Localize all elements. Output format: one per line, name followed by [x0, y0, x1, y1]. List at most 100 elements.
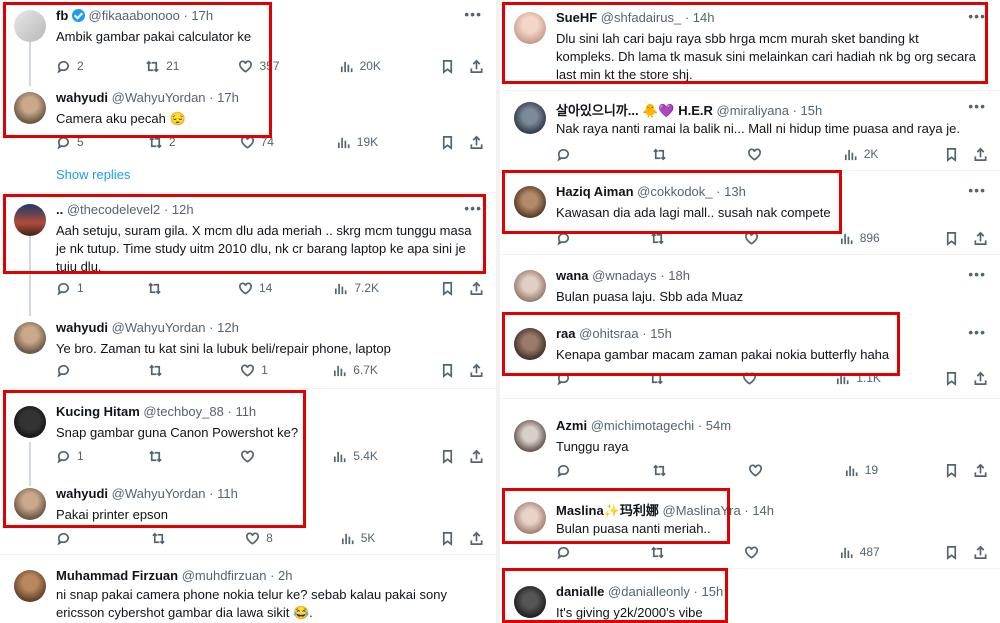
views-button[interactable]: 2K [843, 147, 878, 162]
tweet[interactable]: wahyudi @WahyuYordan · 17h Camera aku pe… [0, 88, 496, 150]
retweet-button[interactable] [151, 531, 181, 546]
author-name[interactable]: Muhammad Firzuan [56, 568, 178, 583]
tweet[interactable]: wahyudi @WahyuYordan · 12h Ye bro. Zaman… [0, 318, 496, 382]
retweet-button[interactable]: 2 [148, 135, 178, 150]
like-button[interactable] [744, 231, 774, 246]
author-name[interactable]: SueHF [556, 10, 597, 25]
author-handle[interactable]: @techboy_88 [143, 404, 223, 419]
author-handle[interactable]: @cokkodok_ [637, 184, 712, 199]
retweet-button[interactable] [652, 147, 682, 162]
author-handle[interactable]: @thecodelevel2 [67, 202, 160, 217]
share-icon[interactable] [469, 449, 484, 464]
share-icon[interactable] [973, 463, 988, 478]
bookmark-icon[interactable] [440, 363, 455, 378]
views-button[interactable]: 20K [339, 59, 381, 74]
tweet[interactable]: Kucing Hitam @techboy_88 · 11h Snap gamb… [0, 402, 496, 466]
share-icon[interactable] [973, 545, 988, 560]
tweet[interactable]: wahyudi @WahyuYordan · 11h Pakai printer… [0, 484, 496, 548]
like-button[interactable]: 1 [240, 363, 270, 378]
share-icon[interactable] [469, 531, 484, 546]
tweet[interactable]: Muhammad Firzuan @muhdfirzuan · 2h ni sn… [0, 566, 496, 623]
avatar[interactable] [514, 270, 546, 302]
author-name[interactable]: wahyudi [56, 486, 108, 501]
bookmark-icon[interactable] [944, 371, 959, 386]
like-button[interactable] [744, 545, 774, 560]
timestamp[interactable]: 12h [172, 202, 194, 217]
retweet-button[interactable] [147, 281, 177, 296]
share-icon[interactable] [973, 371, 988, 386]
views-button[interactable]: 5K [340, 531, 375, 546]
tweet[interactable]: raa @ohitsraa · 15h ••• Kenapa gambar ma… [500, 324, 1000, 390]
bookmark-icon[interactable] [944, 147, 959, 162]
avatar[interactable] [514, 328, 546, 360]
timestamp[interactable]: 54m [706, 418, 731, 433]
author-handle[interactable]: @shfadairus_ [601, 10, 681, 25]
retweet-button[interactable] [650, 545, 680, 560]
timestamp[interactable]: 15h [650, 326, 672, 341]
author-name[interactable]: raa [556, 326, 576, 341]
like-button[interactable]: 74 [240, 135, 274, 150]
avatar[interactable] [14, 204, 46, 236]
avatar[interactable] [14, 92, 46, 124]
like-button[interactable] [748, 463, 778, 478]
author-handle[interactable]: @miraliyana [717, 103, 789, 118]
timestamp[interactable]: 15h [702, 584, 724, 599]
bookmark-icon[interactable] [440, 449, 455, 464]
views-button[interactable]: 6.7K [332, 363, 378, 378]
author-name[interactable]: Azmi [556, 418, 587, 433]
reply-button[interactable]: 1 [56, 281, 86, 296]
author-name[interactable]: wahyudi [56, 320, 108, 335]
tweet[interactable]: Haziq Aiman @cokkodok_ · 13h ••• Kawasan… [500, 182, 1000, 250]
more-options-icon[interactable]: ••• [968, 324, 986, 340]
tweet[interactable]: fb @fikaaabonooo · 17h ••• Ambik gambar … [0, 6, 496, 74]
avatar[interactable] [14, 488, 46, 520]
avatar[interactable] [514, 586, 546, 618]
author-handle[interactable]: @WahyuYordan [112, 90, 206, 105]
author-name[interactable]: Kucing Hitam [56, 404, 140, 419]
avatar[interactable] [14, 570, 46, 602]
retweet-button[interactable] [148, 363, 178, 378]
avatar[interactable] [514, 102, 546, 134]
retweet-button[interactable] [652, 463, 682, 478]
bookmark-icon[interactable] [944, 231, 959, 246]
avatar[interactable] [514, 502, 546, 534]
reply-button[interactable] [556, 545, 586, 560]
more-options-icon[interactable]: ••• [968, 182, 986, 198]
reply-button[interactable] [56, 363, 86, 378]
timestamp[interactable]: 11h [235, 404, 256, 419]
share-icon[interactable] [973, 147, 988, 162]
reply-button[interactable] [556, 231, 586, 246]
reply-button[interactable] [56, 531, 86, 546]
more-options-icon[interactable]: ••• [968, 8, 986, 24]
like-button[interactable] [240, 449, 270, 464]
tweet[interactable]: danialle @danialleonly · 15h It's giving… [500, 582, 1000, 623]
views-button[interactable]: 19K [336, 135, 378, 150]
avatar[interactable] [14, 322, 46, 354]
views-button[interactable]: 5.4K [332, 449, 378, 464]
more-options-icon[interactable]: ••• [968, 266, 986, 282]
share-icon[interactable] [469, 59, 484, 74]
reply-button[interactable]: 5 [56, 135, 86, 150]
like-button[interactable]: 14 [238, 281, 272, 296]
share-icon[interactable] [469, 363, 484, 378]
timestamp[interactable]: 17h [217, 90, 239, 105]
like-button[interactable]: 8 [245, 531, 275, 546]
author-handle[interactable]: @michimotagechi [591, 418, 695, 433]
author-handle[interactable]: @WahyuYordan [112, 486, 206, 501]
author-name[interactable]: Maslina✨玛利娜 [556, 503, 659, 518]
author-name[interactable]: .. [56, 202, 63, 217]
tweet[interactable]: wana @wnadays · 18h ••• Bulan puasa laju… [500, 266, 1000, 312]
author-name[interactable]: danialle [556, 584, 604, 599]
tweet[interactable]: SueHF @shfadairus_ · 14h ••• Dlu sini la… [500, 8, 1000, 88]
timestamp[interactable]: 11h [217, 486, 238, 501]
share-icon[interactable] [469, 281, 484, 296]
author-handle[interactable]: @WahyuYordan [112, 320, 206, 335]
views-button[interactable]: 7.2K [333, 281, 379, 296]
like-button[interactable] [742, 371, 772, 386]
reply-button[interactable]: 1 [56, 449, 86, 464]
avatar[interactable] [514, 186, 546, 218]
author-name[interactable]: Haziq Aiman [556, 184, 634, 199]
bookmark-icon[interactable] [440, 531, 455, 546]
author-name[interactable]: wahyudi [56, 90, 108, 105]
timestamp[interactable]: 13h [724, 184, 746, 199]
